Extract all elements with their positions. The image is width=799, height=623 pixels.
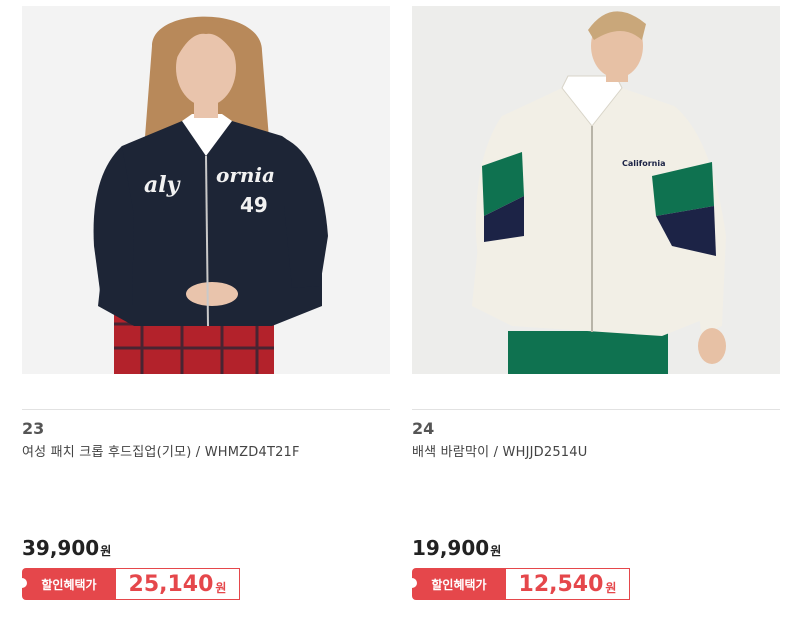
benefit-price-box: 12,540 원 (506, 568, 630, 600)
product-image[interactable]: aly ornia 49 (22, 6, 390, 374)
benefit-price-box: 25,140 원 (116, 568, 240, 600)
product-card[interactable]: California 24 배색 바람막이 / WHJJD2514U 19,90… (407, 0, 780, 623)
product-rank: 24 (412, 419, 435, 438)
product-card[interactable]: aly ornia 49 23 여성 패치 크롭 후드집업(기모) / WHMZ… (17, 0, 390, 623)
price-amount: 39,900 (22, 536, 100, 560)
divider (412, 409, 780, 410)
benefit-unit: 원 (215, 580, 227, 595)
price-unit: 원 (490, 544, 502, 558)
product-image[interactable]: California (412, 6, 780, 374)
price-unit: 원 (100, 544, 112, 558)
benefit-label: 할인혜택가 (17, 568, 116, 600)
benefit-label: 할인혜택가 (407, 568, 506, 600)
hoodie-text-left: aly (144, 172, 182, 198)
benefit-price-badge: 할인혜택가 12,540 원 (407, 568, 630, 600)
jacket-logo: California (622, 159, 666, 168)
benefit-amount: 25,140 (128, 571, 214, 597)
benefit-unit: 원 (605, 580, 617, 595)
product-rank: 23 (22, 419, 45, 438)
product-name[interactable]: 배색 바람막이 / WHJJD2514U (412, 441, 587, 460)
hoodie-text-right: ornia (216, 163, 275, 187)
benefit-price-badge: 할인혜택가 25,140 원 (17, 568, 240, 600)
product-price: 39,900원 (22, 536, 111, 560)
product-price: 19,900원 (412, 536, 501, 560)
product-photo-hoodie: aly ornia 49 (22, 6, 390, 374)
hoodie-number: 49 (240, 193, 268, 217)
divider (22, 409, 390, 410)
product-name[interactable]: 여성 패치 크롭 후드집업(기모) / WHMZD4T21F (22, 441, 300, 460)
benefit-amount: 12,540 (518, 571, 604, 597)
product-photo-windbreaker: California (412, 6, 780, 374)
price-amount: 19,900 (412, 536, 490, 560)
